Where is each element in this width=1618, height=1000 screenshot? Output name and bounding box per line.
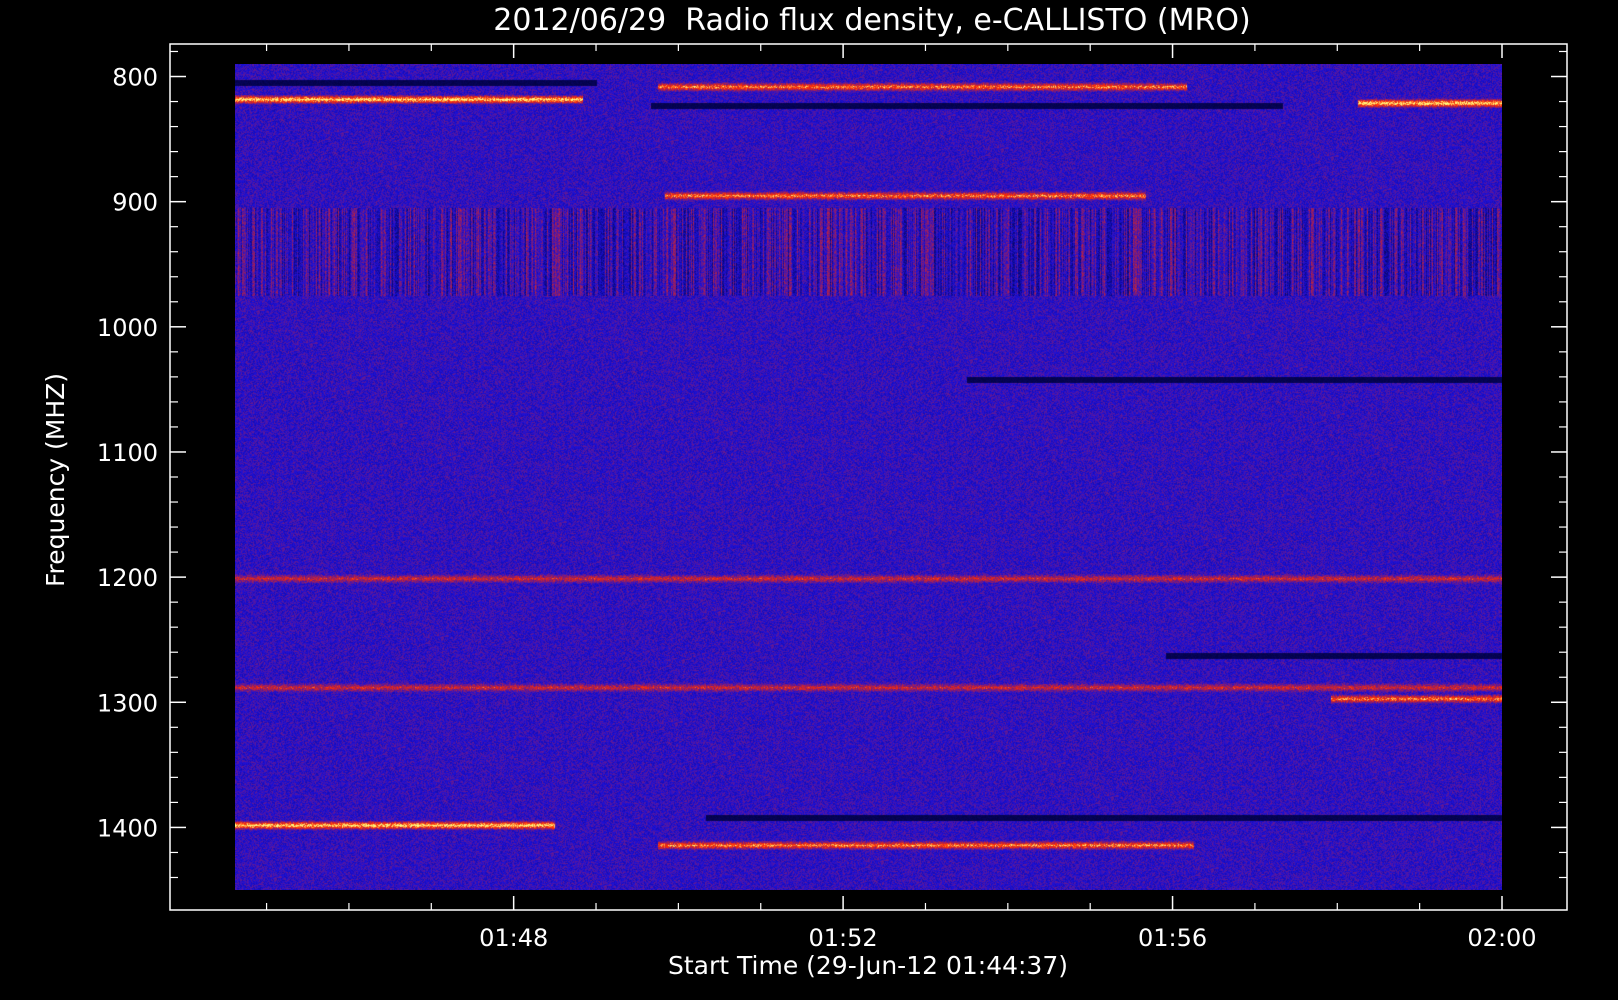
- y-tick-label: 1000: [97, 314, 158, 342]
- y-tick-label: 900: [112, 189, 158, 217]
- x-axis-label: Start Time (29-Jun-12 01:44:37): [668, 951, 1068, 980]
- y-tick-label: 1100: [97, 439, 158, 467]
- x-tick-label: 01:52: [809, 924, 878, 952]
- spectrogram-chart: 2012/06/29 Radio flux density, e-CALLIST…: [0, 0, 1618, 1000]
- chart-title: 2012/06/29 Radio flux density, e-CALLIST…: [493, 3, 1250, 38]
- x-tick-label: 02:00: [1467, 924, 1536, 952]
- plot-area: [235, 64, 1502, 890]
- y-tick-label: 1300: [97, 689, 158, 717]
- spectrogram-image: [235, 64, 1502, 890]
- y-tick-label: 1400: [97, 814, 158, 842]
- y-axis-label: Frequency (MHZ): [41, 373, 70, 587]
- y-tick-label: 800: [112, 64, 158, 92]
- x-tick-label: 01:56: [1138, 924, 1207, 952]
- y-tick-label: 1200: [97, 564, 158, 592]
- x-tick-label: 01:48: [479, 924, 548, 952]
